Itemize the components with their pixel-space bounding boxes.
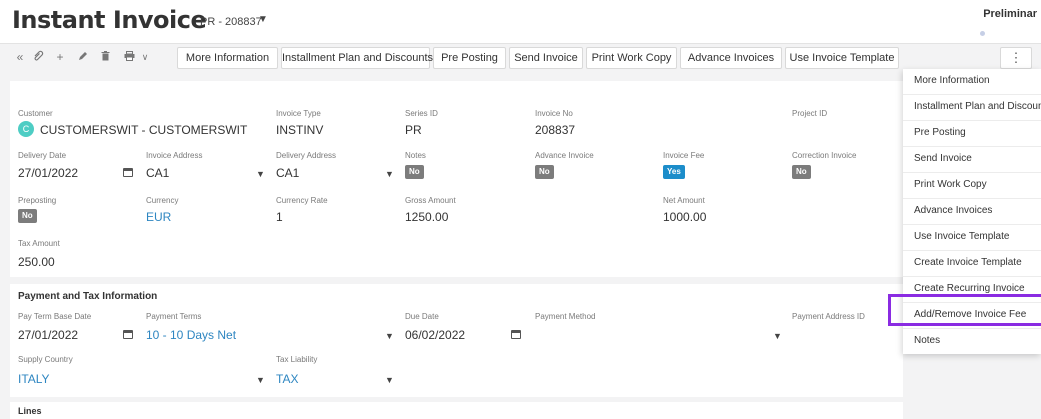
- net-amount-field: 1000.00: [663, 210, 707, 224]
- tax-liability-label: Tax Liability: [276, 355, 318, 364]
- payment-address-id-label: Payment Address ID: [792, 312, 865, 321]
- payment-terms-label: Payment Terms: [146, 312, 202, 321]
- invoice-header-panel: Customer C CUSTOMERSWIT - CUSTOMERSWIT I…: [10, 81, 903, 277]
- delivery-address-field[interactable]: CA1: [276, 166, 299, 180]
- invoice-type-label: Invoice Type: [276, 109, 321, 118]
- highlight-box: [888, 294, 1041, 326]
- delivery-date-label: Delivery Date: [18, 151, 67, 160]
- invoice-address-field[interactable]: CA1: [146, 166, 169, 180]
- toolbar: « + ∨ More Information Installment Plan …: [0, 44, 1041, 72]
- invoice-address-label: Invoice Address: [146, 151, 203, 160]
- menu-item-pre-posting[interactable]: Pre Posting: [903, 121, 1041, 147]
- payment-tax-panel: Payment and Tax Information Pay Term Bas…: [10, 284, 903, 397]
- more-actions-button[interactable]: ⋮: [1000, 47, 1032, 69]
- pay-term-base-date-field[interactable]: 27/01/2022: [18, 328, 78, 342]
- status-label: Preliminar: [983, 8, 1037, 20]
- calendar-icon[interactable]: [123, 330, 133, 339]
- lines-panel: Lines: [10, 402, 903, 419]
- use-invoice-template-button[interactable]: Use Invoice Template: [785, 47, 899, 69]
- advance-invoice-label: Advance Invoice: [535, 151, 594, 160]
- status-indicator: [980, 31, 985, 36]
- supply-country-label: Supply Country: [18, 355, 73, 364]
- page-header: Instant Invoice PR - 208837 ▼ Preliminar: [0, 0, 1041, 44]
- invoice-type-field[interactable]: INSTINV: [276, 123, 323, 137]
- currency-label: Currency: [146, 196, 179, 205]
- gross-amount-field: 1250.00: [405, 210, 449, 224]
- chevron-down-icon[interactable]: ▼: [385, 169, 394, 179]
- avatar: C: [18, 121, 34, 137]
- advance-invoices-button[interactable]: Advance Invoices: [680, 47, 782, 69]
- menu-item-installment-plan[interactable]: Installment Plan and Discounts: [903, 95, 1041, 121]
- double-chevron-left-icon[interactable]: «: [12, 48, 28, 66]
- section-title: Lines: [18, 406, 42, 416]
- due-date-field[interactable]: 06/02/2022: [405, 328, 465, 342]
- preposting-label: Preposting: [18, 196, 57, 205]
- chevron-down-icon[interactable]: ▼: [258, 14, 268, 25]
- chevron-down-icon[interactable]: ▼: [385, 375, 394, 385]
- menu-item-more-information[interactable]: More Information: [903, 69, 1041, 95]
- net-amount-label: Net Amount: [663, 196, 705, 205]
- trash-icon[interactable]: [97, 48, 113, 66]
- payment-terms-field[interactable]: 10 - 10 Days Net: [146, 328, 236, 342]
- customer-field[interactable]: CUSTOMERSWIT - CUSTOMERSWIT: [40, 123, 247, 137]
- page-title: Instant Invoice: [12, 6, 207, 34]
- tax-liability-field[interactable]: TAX: [276, 372, 298, 386]
- delivery-address-label: Delivery Address: [276, 151, 337, 160]
- currency-rate-field[interactable]: 1: [276, 210, 283, 224]
- paperclip-icon[interactable]: [30, 48, 46, 66]
- notes-toggle[interactable]: No: [405, 165, 424, 179]
- menu-item-print-work-copy[interactable]: Print Work Copy: [903, 173, 1041, 199]
- chevron-down-icon[interactable]: ▼: [256, 375, 265, 385]
- preposting-toggle[interactable]: No: [18, 209, 37, 223]
- menu-item-use-invoice-template[interactable]: Use Invoice Template: [903, 225, 1041, 251]
- menu-item-send-invoice[interactable]: Send Invoice: [903, 147, 1041, 173]
- chevron-down-icon[interactable]: ▼: [773, 331, 782, 341]
- tax-amount-label: Tax Amount: [18, 239, 60, 248]
- more-information-button[interactable]: More Information: [177, 47, 278, 69]
- pencil-icon[interactable]: [75, 48, 91, 66]
- notes-label: Notes: [405, 151, 426, 160]
- currency-field[interactable]: EUR: [146, 210, 171, 224]
- section-title: Payment and Tax Information: [18, 291, 158, 302]
- calendar-icon[interactable]: [123, 168, 133, 177]
- supply-country-field[interactable]: ITALY: [18, 372, 50, 386]
- series-id-label: Series ID: [405, 109, 438, 118]
- due-date-label: Due Date: [405, 312, 439, 321]
- correction-invoice-label: Correction Invoice: [792, 151, 857, 160]
- print-icon[interactable]: [121, 48, 137, 66]
- send-invoice-button[interactable]: Send Invoice: [509, 47, 583, 69]
- document-number[interactable]: PR - 208837: [200, 16, 262, 28]
- customer-label: Customer: [18, 109, 53, 118]
- pay-term-base-date-label: Pay Term Base Date: [18, 312, 92, 321]
- pre-posting-button[interactable]: Pre Posting: [433, 47, 506, 69]
- advance-invoice-toggle[interactable]: No: [535, 165, 554, 179]
- invoice-no-field[interactable]: 208837: [535, 123, 575, 137]
- payment-method-label: Payment Method: [535, 312, 596, 321]
- chevron-down-icon[interactable]: ▼: [256, 169, 265, 179]
- menu-item-notes[interactable]: Notes: [903, 329, 1041, 355]
- chevron-down-icon[interactable]: ▼: [385, 331, 394, 341]
- menu-item-advance-invoices[interactable]: Advance Invoices: [903, 199, 1041, 225]
- invoice-no-label: Invoice No: [535, 109, 573, 118]
- series-id-field[interactable]: PR: [405, 123, 422, 137]
- currency-rate-label: Currency Rate: [276, 196, 328, 205]
- calendar-icon[interactable]: [511, 330, 521, 339]
- installment-plan-button[interactable]: Installment Plan and Discounts: [281, 47, 433, 69]
- invoice-fee-label: Invoice Fee: [663, 151, 705, 160]
- print-work-copy-button[interactable]: Print Work Copy: [586, 47, 677, 69]
- gross-amount-label: Gross Amount: [405, 196, 456, 205]
- project-id-label: Project ID: [792, 109, 828, 118]
- plus-icon[interactable]: +: [52, 48, 68, 66]
- correction-invoice-toggle[interactable]: No: [792, 165, 811, 179]
- menu-item-create-invoice-template[interactable]: Create Invoice Template: [903, 251, 1041, 277]
- invoice-fee-toggle[interactable]: Yes: [663, 165, 685, 179]
- tax-amount-field: 250.00: [18, 255, 55, 269]
- chevron-down-icon[interactable]: ∨: [137, 48, 153, 66]
- delivery-date-field[interactable]: 27/01/2022: [18, 166, 78, 180]
